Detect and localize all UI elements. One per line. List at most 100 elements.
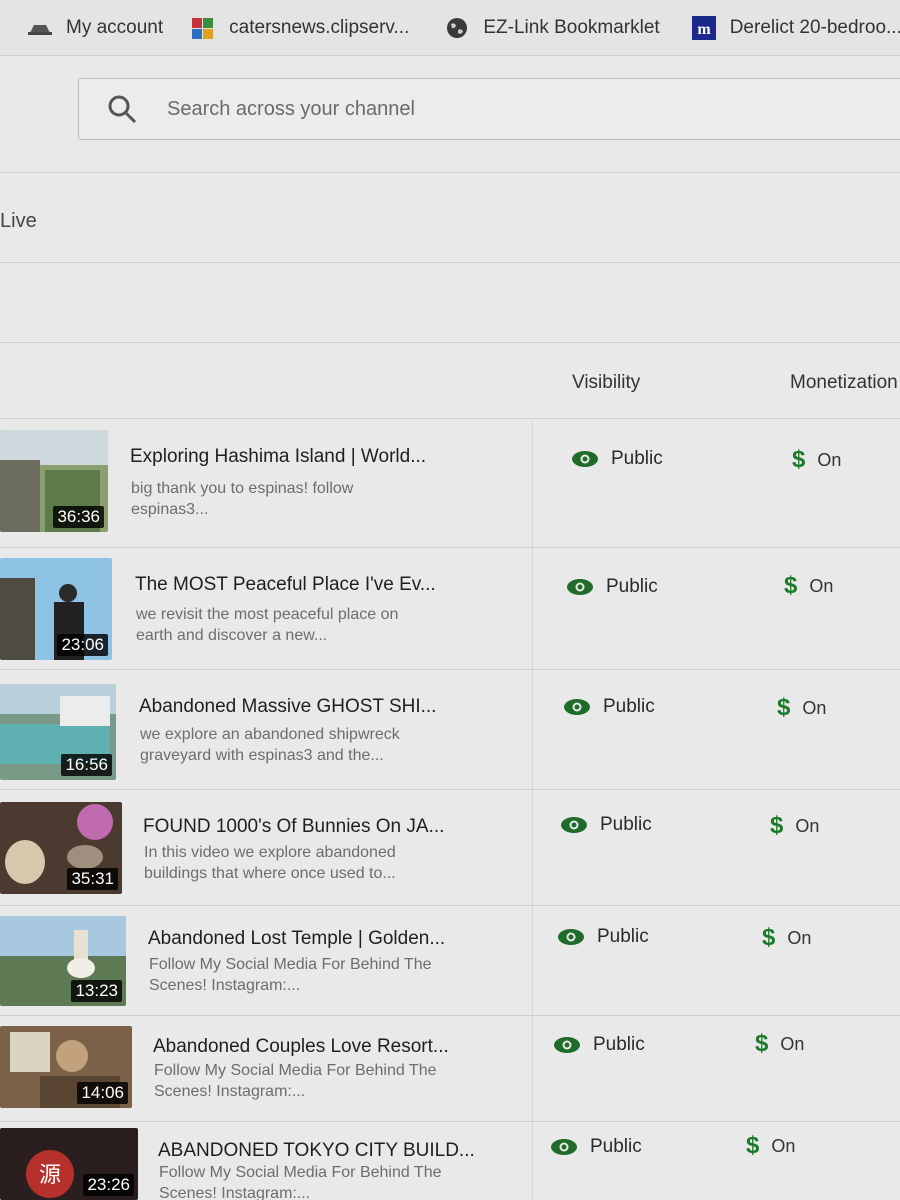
- video-thumbnail[interactable]: 源 23:26: [0, 1128, 138, 1200]
- monetization-label: On: [787, 927, 812, 948]
- bookmark-label: Derelict 20-bedroo...: [729, 16, 900, 38]
- video-thumbnail[interactable]: 36:36: [0, 430, 108, 532]
- monetization-status[interactable]: $ On: [746, 1132, 795, 1160]
- m-logo-icon: m: [690, 15, 718, 41]
- video-title[interactable]: ABANDONED TOKYO CITY BUILD...: [158, 1140, 475, 1162]
- eye-icon: [553, 1036, 581, 1054]
- video-thumbnail[interactable]: 13:23: [0, 916, 126, 1006]
- video-title[interactable]: FOUND 1000's Of Bunnies On JA...: [143, 816, 444, 838]
- video-title[interactable]: Abandoned Lost Temple | Golden...: [148, 928, 445, 950]
- eye-icon: [566, 578, 594, 596]
- monetization-status[interactable]: $ On: [777, 694, 826, 722]
- eye-icon: [563, 698, 591, 716]
- dollar-icon: $: [792, 446, 806, 473]
- video-row[interactable]: 源 23:26 ABANDONED TOKYO CITY BUILD... Fo…: [0, 1122, 900, 1200]
- video-row[interactable]: 35:31 FOUND 1000's Of Bunnies On JA... I…: [0, 790, 900, 906]
- visibility-status[interactable]: Public: [553, 1034, 645, 1056]
- visibility-status[interactable]: Public: [571, 448, 663, 470]
- divider: [0, 418, 900, 419]
- cube-icon: [189, 15, 217, 41]
- visibility-status[interactable]: Public: [550, 1136, 642, 1158]
- dollar-icon: $: [762, 924, 776, 951]
- svg-text:源: 源: [39, 1163, 61, 1188]
- visibility-status[interactable]: Public: [560, 814, 652, 836]
- column-header-monetization[interactable]: Monetization: [790, 372, 898, 394]
- eye-icon: [557, 928, 585, 946]
- dollar-icon: $: [746, 1132, 760, 1159]
- video-row[interactable]: 14:06 Abandoned Couples Love Resort... F…: [0, 1016, 900, 1122]
- video-thumbnail[interactable]: 14:06: [0, 1026, 132, 1108]
- monetization-status[interactable]: $ On: [792, 446, 841, 474]
- dollar-icon: $: [784, 572, 798, 599]
- bookmark-my-account[interactable]: My account: [26, 15, 163, 41]
- video-row[interactable]: 16:56 Abandoned Massive GHOST SHI... we …: [0, 670, 900, 790]
- visibility-label: Public: [597, 926, 649, 947]
- dollar-icon: $: [777, 694, 791, 721]
- visibility-label: Public: [590, 1136, 642, 1157]
- bookmark-label: My account: [66, 16, 164, 38]
- video-description: we revisit the most peaceful place on ea…: [136, 606, 399, 644]
- bookmarks-bar: My account catersnews.clipserv... EZ-Lin…: [0, 0, 900, 56]
- video-description: big thank you to espinas! follow espinas…: [131, 480, 354, 518]
- svg-text:m: m: [697, 21, 711, 38]
- monetization-label: On: [817, 449, 842, 470]
- video-title[interactable]: Abandoned Couples Love Resort...: [153, 1036, 449, 1058]
- video-duration: 23:06: [57, 634, 108, 656]
- monetization-label: On: [771, 1135, 796, 1156]
- channel-search[interactable]: [78, 78, 900, 140]
- dollar-icon: $: [770, 812, 784, 839]
- video-description: In this video we explore abandoned build…: [144, 844, 396, 882]
- video-duration: 14:06: [77, 1082, 128, 1104]
- bookmark-label: EZ-Link Bookmarklet: [483, 16, 660, 38]
- video-row[interactable]: 23:06 The MOST Peaceful Place I've Ev...…: [0, 548, 900, 670]
- video-description: Follow My Social Media For Behind The Sc…: [159, 1164, 442, 1200]
- visibility-label: Public: [611, 448, 663, 469]
- video-row[interactable]: 13:23 Abandoned Lost Temple | Golden... …: [0, 906, 900, 1016]
- eye-icon: [560, 816, 588, 834]
- video-duration: 36:36: [53, 506, 104, 528]
- visibility-label: Public: [593, 1034, 645, 1055]
- search-icon: [107, 94, 137, 124]
- monetization-label: On: [795, 815, 820, 836]
- visibility-status[interactable]: Public: [563, 696, 655, 718]
- video-thumbnail[interactable]: 35:31: [0, 802, 122, 894]
- bookmark-ez-link[interactable]: EZ-Link Bookmarklet: [443, 15, 660, 41]
- video-thumbnail[interactable]: 16:56: [0, 684, 116, 780]
- bookmark-label: catersnews.clipserv...: [229, 16, 410, 38]
- video-duration: 35:31: [67, 868, 118, 890]
- visibility-status[interactable]: Public: [566, 576, 658, 598]
- video-duration: 13:23: [71, 980, 122, 1002]
- search-input[interactable]: [167, 97, 767, 121]
- monetization-status[interactable]: $ On: [755, 1030, 804, 1058]
- visibility-status[interactable]: Public: [557, 926, 649, 948]
- divider: [0, 262, 900, 263]
- visibility-label: Public: [600, 814, 652, 835]
- eye-icon: [571, 450, 599, 468]
- eye-icon: [550, 1138, 578, 1156]
- dollar-icon: $: [755, 1030, 769, 1057]
- bookmark-derelict[interactable]: m Derelict 20-bedroo...: [690, 15, 900, 41]
- cloud-icon: [26, 15, 54, 41]
- tab-live[interactable]: Live: [0, 210, 37, 233]
- monetization-status[interactable]: $ On: [784, 572, 833, 600]
- column-header-visibility[interactable]: Visibility: [572, 372, 640, 394]
- video-title[interactable]: Exploring Hashima Island | World...: [130, 446, 426, 468]
- divider: [0, 342, 900, 343]
- monetization-label: On: [780, 1033, 805, 1054]
- video-row[interactable]: 36:36 Exploring Hashima Island | World..…: [0, 420, 900, 548]
- monetization-status[interactable]: $ On: [762, 924, 811, 952]
- globe-icon: [443, 15, 471, 41]
- video-thumbnail[interactable]: 23:06: [0, 558, 112, 660]
- video-title[interactable]: Abandoned Massive GHOST SHI...: [139, 696, 436, 718]
- video-duration: 16:56: [61, 754, 112, 776]
- divider: [0, 172, 900, 173]
- bookmark-catersnews[interactable]: catersnews.clipserv...: [189, 15, 409, 41]
- video-description: we explore an abandoned shipwreck gravey…: [140, 726, 400, 764]
- monetization-label: On: [802, 697, 827, 718]
- video-description: Follow My Social Media For Behind The Sc…: [149, 956, 432, 994]
- video-title[interactable]: The MOST Peaceful Place I've Ev...: [135, 574, 436, 596]
- monetization-label: On: [809, 575, 834, 596]
- monetization-status[interactable]: $ On: [770, 812, 819, 840]
- visibility-label: Public: [603, 696, 655, 717]
- video-duration: 23:26: [83, 1174, 134, 1196]
